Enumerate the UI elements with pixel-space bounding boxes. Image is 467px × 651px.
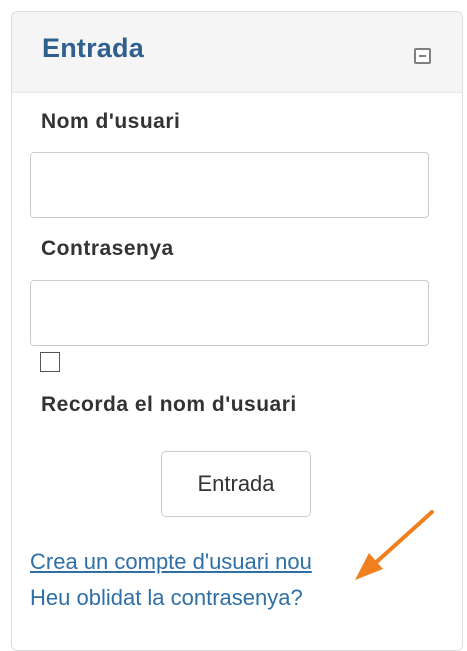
remember-username-checkbox[interactable] bbox=[40, 352, 60, 372]
password-input[interactable] bbox=[30, 280, 429, 346]
password-label: Contrasenya bbox=[41, 237, 174, 260]
remember-username-label: Recorda el nom d'usuari bbox=[41, 393, 297, 416]
forgot-password-link[interactable]: Heu oblidat la contrasenya? bbox=[30, 585, 303, 611]
username-input[interactable] bbox=[30, 152, 429, 218]
create-account-link[interactable]: Crea un compte d'usuari nou bbox=[30, 549, 312, 575]
block-title: Entrada bbox=[42, 33, 144, 63]
username-label: Nom d'usuari bbox=[41, 110, 181, 133]
block-header: Entrada bbox=[12, 12, 462, 93]
minus-square-icon[interactable] bbox=[414, 48, 431, 64]
minus-bar bbox=[419, 55, 426, 57]
login-button[interactable]: Entrada bbox=[161, 451, 311, 517]
